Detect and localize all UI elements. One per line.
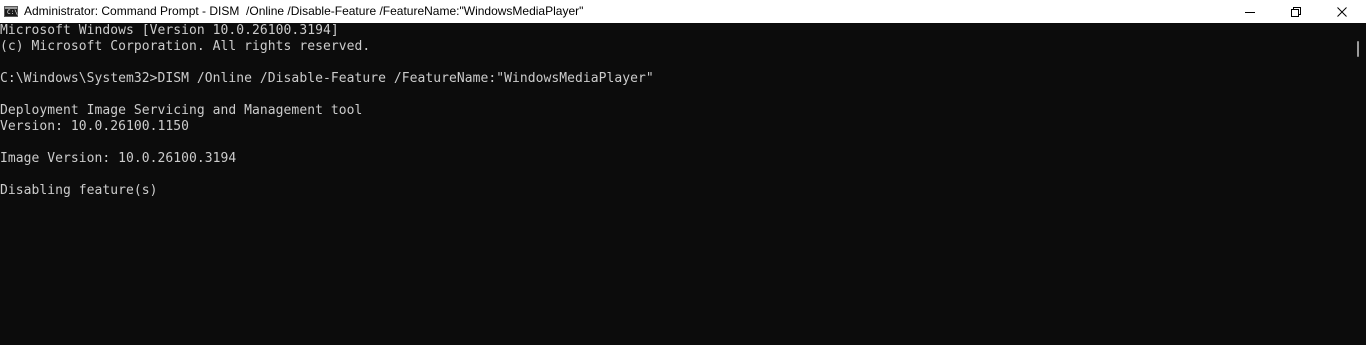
close-button[interactable]	[1319, 0, 1365, 23]
console-command-line: C:\Windows\System32>DISM /Online /Disabl…	[0, 71, 654, 86]
scrollbar-thumb[interactable]	[1357, 41, 1359, 57]
close-icon	[1337, 6, 1347, 17]
vertical-scrollbar[interactable]	[1350, 23, 1366, 345]
minimize-icon	[1245, 11, 1255, 13]
minimize-button[interactable]	[1227, 0, 1273, 23]
console-line: Deployment Image Servicing and Managemen…	[0, 103, 363, 118]
console-status-line: Disabling feature(s)	[0, 183, 158, 198]
restore-icon	[1291, 6, 1301, 17]
console-output[interactable]: Microsoft Windows [Version 10.0.26100.31…	[0, 23, 1350, 345]
command-prompt-window: C:\ Administrator: Command Prompt - DISM…	[0, 0, 1366, 345]
command-prompt-icon-label: C:\	[7, 9, 18, 16]
command-prompt-icon[interactable]: C:\	[4, 6, 18, 17]
title-bar[interactable]: C:\ Administrator: Command Prompt - DISM…	[0, 0, 1366, 23]
console-line: Version: 10.0.26100.1150	[0, 119, 190, 134]
console-line: Image Version: 10.0.26100.3194	[0, 151, 237, 166]
window-title: Administrator: Command Prompt - DISM /On…	[24, 4, 584, 18]
console-line: Microsoft Windows [Version 10.0.26100.31…	[0, 23, 339, 38]
console-line: (c) Microsoft Corporation. All rights re…	[0, 39, 371, 54]
restore-button[interactable]	[1273, 0, 1319, 23]
